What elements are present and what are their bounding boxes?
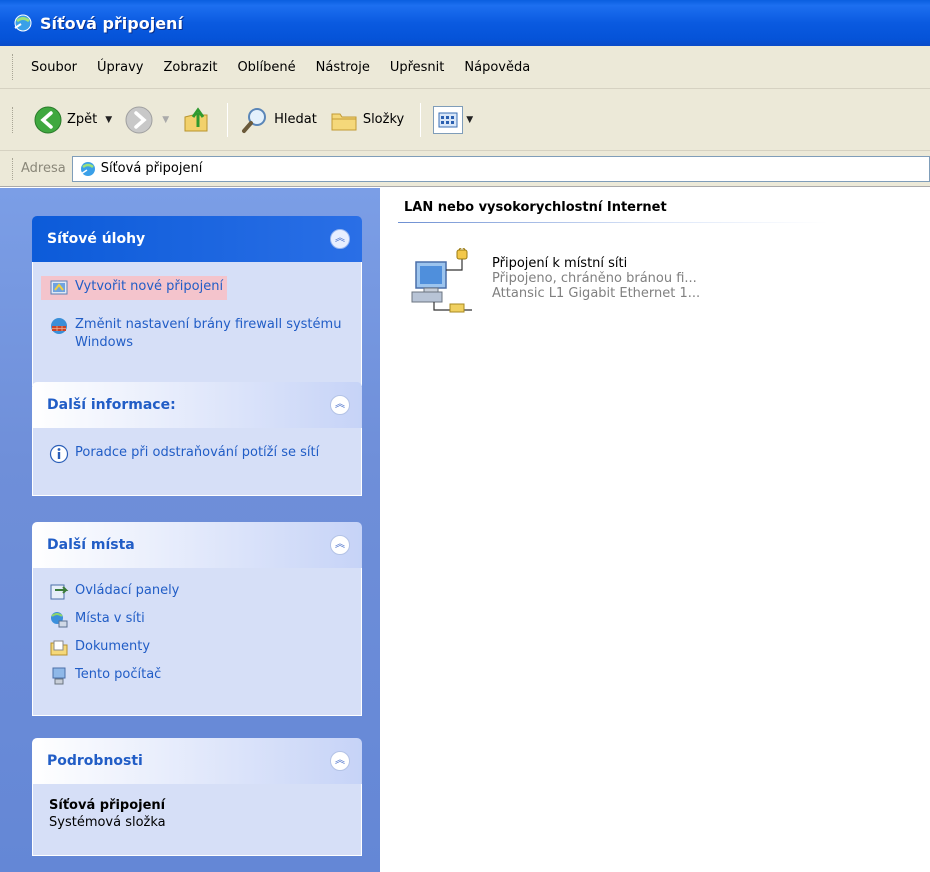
network-connections-icon [14,14,32,32]
network-tasks-header[interactable]: Síťové úlohy ︽ [32,216,362,262]
troubleshooter-label: Poradce při odstraňování potíží se sítí [75,445,320,460]
other-places-header[interactable]: Další místa ︽ [32,522,362,568]
search-icon [242,107,267,133]
back-arrow-icon [34,106,62,133]
details-item-name: Síťová připojení [49,798,166,813]
address-label: Adresa [21,161,66,176]
forward-arrow-icon [125,106,153,133]
my-computer-link[interactable]: Tento počítač [49,666,349,686]
folders-label: Složky [362,112,405,127]
lan-connection-icon [410,246,480,328]
collapse-chevron-icon[interactable]: ︽ [330,395,350,415]
collapse-chevron-icon[interactable]: ︽ [330,229,350,249]
back-dropdown-icon[interactable]: ▼ [105,115,112,125]
menu-favorites[interactable]: Oblíbené [235,58,297,77]
more-info-group: Další informace: ︽ Poradce při odstraňov… [32,382,362,496]
network-places-link[interactable]: Místa v síti [49,610,349,630]
more-info-header[interactable]: Další informace: ︽ [32,382,362,428]
network-places-label: Místa v síti [75,611,145,626]
connection-device: Attansic L1 Gigabit Ethernet 1... [492,286,701,301]
details-item-type: Systémová složka [49,815,166,830]
connection-name: Připojení k místní síti [492,256,628,271]
my-computer-label: Tento počítač [75,667,162,682]
toolbar-grip [12,106,15,133]
more-info-title: Další informace: [47,397,176,413]
my-computer-icon [52,667,66,685]
menu-help[interactable]: Nápověda [462,58,532,77]
details-title: Podrobnosti [47,753,143,769]
address-grip [12,157,15,180]
views-icon [433,105,464,134]
network-tasks-title: Síťové úlohy [47,231,146,247]
more-info-body: Poradce při odstraňování potíží se sítí [32,428,362,496]
views-button[interactable]: ▼ [429,99,477,141]
main-content: LAN nebo vysokorychlostní Internet Připo… [380,188,930,872]
collapse-chevron-icon[interactable]: ︽ [330,535,350,555]
documents-folder-icon [50,640,68,656]
section-divider [398,222,828,223]
documents-label: Dokumenty [75,639,151,654]
connection-status: Připojeno, chráněno bránou fi... [492,271,697,286]
search-label: Hledat [274,112,317,127]
details-header[interactable]: Podrobnosti ︽ [32,738,362,784]
lan-connection-text: Připojení k místní síti Připojeno, chrán… [492,256,700,328]
network-connections-icon [80,161,95,176]
toolbar-separator [420,102,422,137]
menu-view[interactable]: Zobrazit [161,58,219,77]
other-places-title: Další místa [47,537,135,553]
folders-button[interactable]: Složky [325,99,408,141]
address-value: Síťová připojení [100,161,203,176]
up-folder-icon [184,106,208,131]
title-bar: Síťová připojení [0,0,930,46]
menu-edit[interactable]: Úpravy [95,58,145,77]
troubleshooter-task[interactable]: Poradce při odstraňování potíží se sítí [49,444,349,464]
task-pane: Síťové úlohy ︽ Vytvořit nové připojení Z… [0,188,380,872]
menu-grip [12,54,15,80]
views-dropdown-icon[interactable]: ▼ [466,115,473,125]
menu-file[interactable]: Soubor [29,58,79,77]
menu-advanced[interactable]: Upřesnit [388,58,447,77]
firewall-icon [51,318,67,334]
address-bar: Adresa Síťová připojení [0,151,930,187]
info-icon [49,444,69,464]
control-panel-icon [50,584,69,600]
menu-bar: Soubor Úpravy Zobrazit Oblíbené Nástroje… [0,46,930,89]
new-connection-icon [50,280,68,295]
forward-button[interactable]: ▼ [120,99,173,141]
create-connection-task[interactable]: Vytvořit nové připojení [41,276,228,300]
forward-dropdown-icon[interactable]: ▼ [162,115,169,125]
address-input[interactable]: Síťová připojení [71,155,930,182]
search-button[interactable]: Hledat [236,99,321,141]
up-folder-button[interactable] [177,99,215,141]
network-tasks-body: Vytvořit nové připojení Změnit nastavení… [32,262,362,386]
firewall-settings-task[interactable]: Změnit nastavení brány firewall systému … [49,316,349,352]
network-places-icon [51,612,68,628]
other-places-group: Další místa ︽ Ovládací panely Místa v sí… [32,522,362,716]
control-panel-label: Ovládací panely [75,583,180,598]
back-label: Zpět [67,112,98,127]
firewall-settings-label: Změnit nastavení brány firewall systému … [75,317,342,350]
network-tasks-group: Síťové úlohy ︽ Vytvořit nové připojení Z… [32,216,362,386]
lan-connection-item[interactable]: Připojení k místní síti Připojeno, chrán… [410,246,700,328]
back-button[interactable]: Zpět ▼ [29,99,116,141]
menu-tools[interactable]: Nástroje [314,58,372,77]
toolbar-separator [227,102,229,137]
details-body: Síťová připojení Systémová složka [32,784,362,856]
details-group: Podrobnosti ︽ Síťová připojení Systémová… [32,738,362,856]
other-places-body: Ovládací panely Místa v síti Dokumenty T… [32,568,362,716]
window-title: Síťová připojení [40,13,183,33]
folders-icon [331,113,357,130]
collapse-chevron-icon[interactable]: ︽ [330,751,350,771]
create-connection-label: Vytvořit nové připojení [75,279,224,294]
control-panel-link[interactable]: Ovládací panely [49,582,349,602]
section-title: LAN nebo vysokorychlostní Internet [404,200,667,215]
toolbar: Zpět ▼ ▼ Hledat Složky ▼ [0,89,930,151]
documents-link[interactable]: Dokumenty [49,638,349,658]
